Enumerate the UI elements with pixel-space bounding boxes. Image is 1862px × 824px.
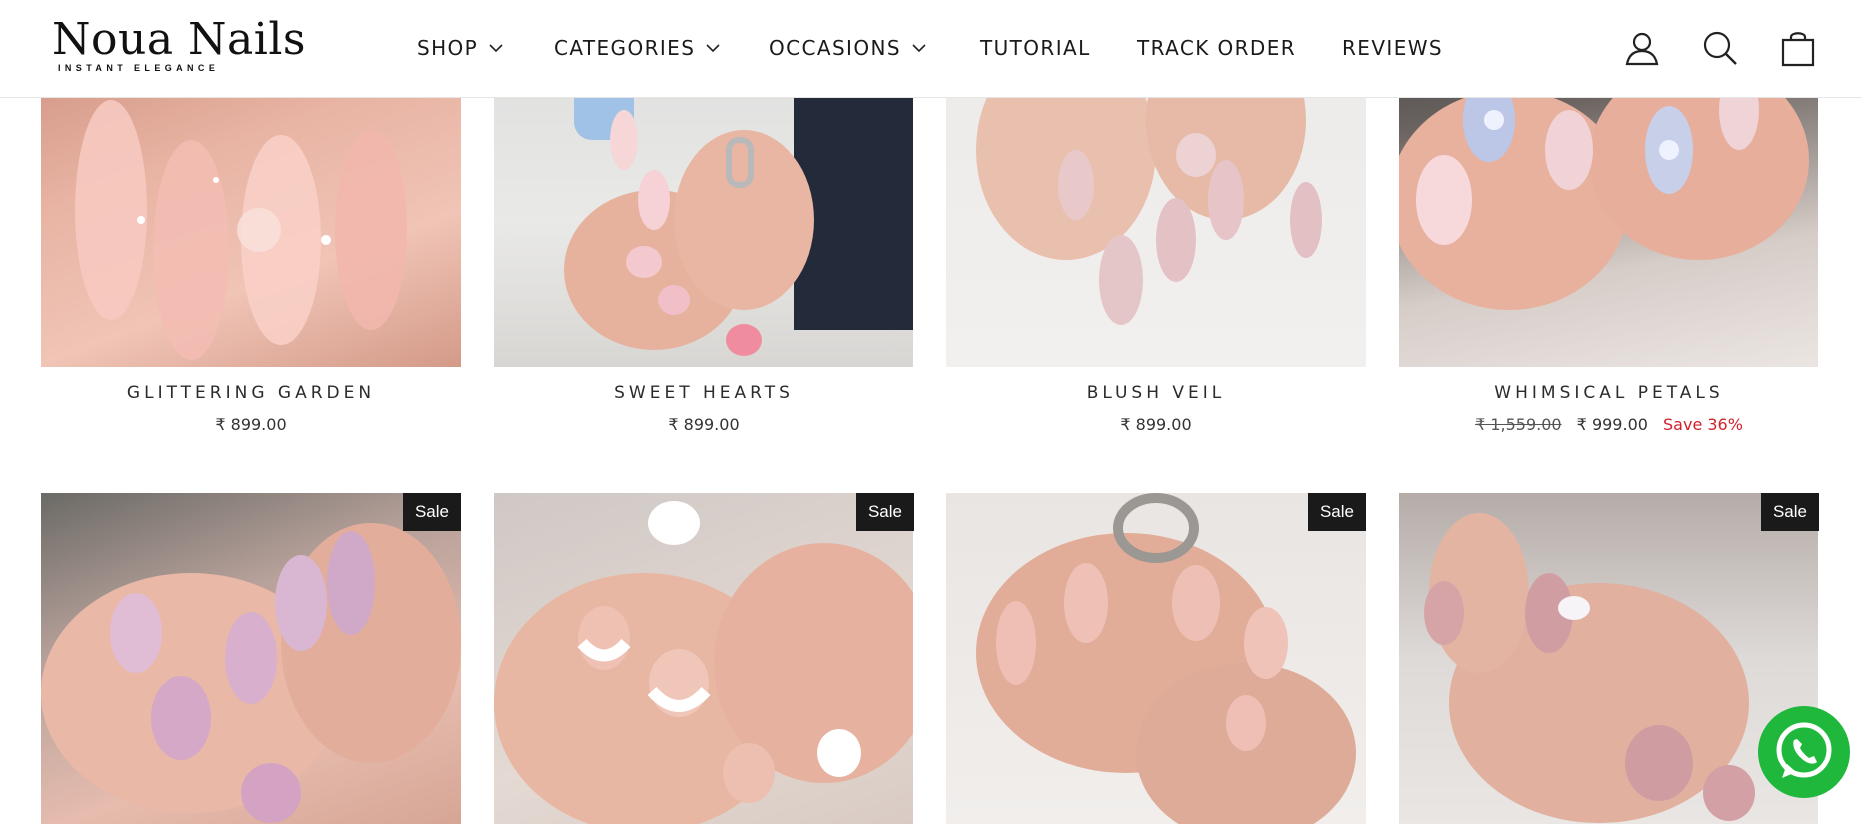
product-image[interactable] (41, 493, 461, 824)
nav-occasions[interactable]: OCCASIONS (769, 32, 927, 64)
nav-label: CATEGORIES (554, 36, 696, 60)
product-title[interactable]: SWEET HEARTS (494, 383, 914, 403)
site-header: Noua Nails INSTANT ELEGANCE SHOP CATEGOR… (0, 0, 1862, 98)
nav-tutorial[interactable]: TUTORIAL (980, 32, 1091, 64)
save-label: Save 36% (1663, 415, 1743, 434)
product-price-row: ₹ 1,559.00 ₹ 999.00 Save 36% (1399, 415, 1819, 434)
product-title[interactable]: GLITTERING GARDEN (41, 383, 461, 403)
product-price: ₹ 899.00 (1120, 415, 1192, 434)
product-price-row: ₹ 899.00 (494, 415, 914, 434)
chevron-down-icon (706, 44, 720, 53)
nav-reviews[interactable]: REVIEWS (1342, 32, 1443, 64)
nav-label: TRACK ORDER (1137, 36, 1297, 60)
product-price: ₹ 899.00 (668, 415, 740, 434)
sale-badge: Sale (855, 493, 914, 531)
cart-icon[interactable] (1778, 28, 1818, 68)
nav-track-order[interactable]: TRACK ORDER (1137, 32, 1296, 64)
brand-name: Noua Nails (52, 14, 307, 65)
nav-label: OCCASIONS (769, 36, 901, 60)
nav-label: REVIEWS (1342, 36, 1444, 60)
nav-label: TUTORIAL (980, 36, 1091, 60)
sale-badge: Sale (1760, 493, 1819, 531)
whatsapp-icon (1776, 722, 1832, 778)
brand-logo[interactable]: Noua Nails INSTANT ELEGANCE (52, 14, 307, 76)
product-title[interactable]: BLUSH VEIL (946, 383, 1366, 403)
chevron-down-icon (912, 44, 926, 53)
sale-badge: Sale (1307, 493, 1366, 531)
chevron-down-icon (489, 44, 503, 53)
whatsapp-chat-button[interactable] (1758, 706, 1850, 798)
nav-shop[interactable]: SHOP (417, 32, 504, 64)
product-image[interactable] (946, 493, 1366, 824)
account-icon[interactable] (1622, 28, 1662, 68)
product-image[interactable] (494, 493, 913, 824)
product-price-row: ₹ 899.00 (946, 415, 1366, 434)
compare-at-price: ₹ 1,559.00 (1475, 415, 1562, 434)
product-price: ₹ 899.00 (215, 415, 287, 434)
sale-badge: Sale (402, 493, 461, 531)
nav-label: SHOP (417, 36, 479, 60)
product-price-row: ₹ 899.00 (41, 415, 461, 434)
product-image[interactable] (1399, 493, 1818, 824)
nav-categories[interactable]: CATEGORIES (554, 32, 721, 64)
product-title[interactable]: WHIMSICAL PETALS (1399, 383, 1819, 403)
search-icon[interactable] (1700, 28, 1740, 68)
product-price: ₹ 999.00 (1576, 415, 1648, 434)
